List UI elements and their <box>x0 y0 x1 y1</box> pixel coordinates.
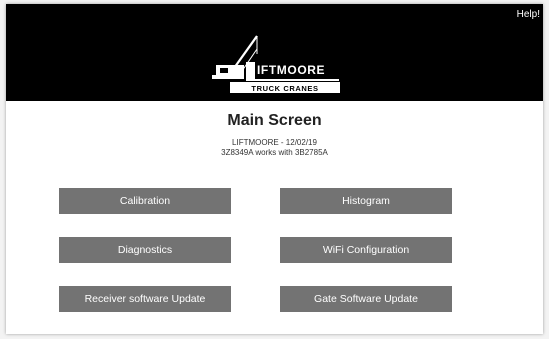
wifi-configuration-button[interactable]: WiFi Configuration <box>280 237 452 263</box>
page: Help! IFTMOORE TRUCK CRANES Main Screen … <box>0 0 549 339</box>
help-link[interactable]: Help! <box>517 9 540 20</box>
diagnostics-button[interactable]: Diagnostics <box>59 237 231 263</box>
receiver-software-update-button[interactable]: Receiver software Update <box>59 286 231 312</box>
page-title: Main Screen <box>227 112 322 129</box>
header-bar: Help! IFTMOORE TRUCK CRANES <box>6 4 543 101</box>
app-frame: Help! IFTMOORE TRUCK CRANES Main Screen … <box>6 4 543 334</box>
logo-subtext: TRUCK CRANES <box>251 84 318 93</box>
liftmoore-logo: IFTMOORE TRUCK CRANES <box>212 35 340 93</box>
logo-wordmark: IFTMOORE <box>257 63 325 77</box>
version-line: LIFTMOORE - 12/02/19 <box>232 138 317 147</box>
histogram-button[interactable]: Histogram <box>280 188 452 214</box>
compatibility-line: 3Z8349A works with 3B2785A <box>221 148 328 157</box>
gate-software-update-button[interactable]: Gate Software Update <box>280 286 452 312</box>
calibration-button[interactable]: Calibration <box>59 188 231 214</box>
